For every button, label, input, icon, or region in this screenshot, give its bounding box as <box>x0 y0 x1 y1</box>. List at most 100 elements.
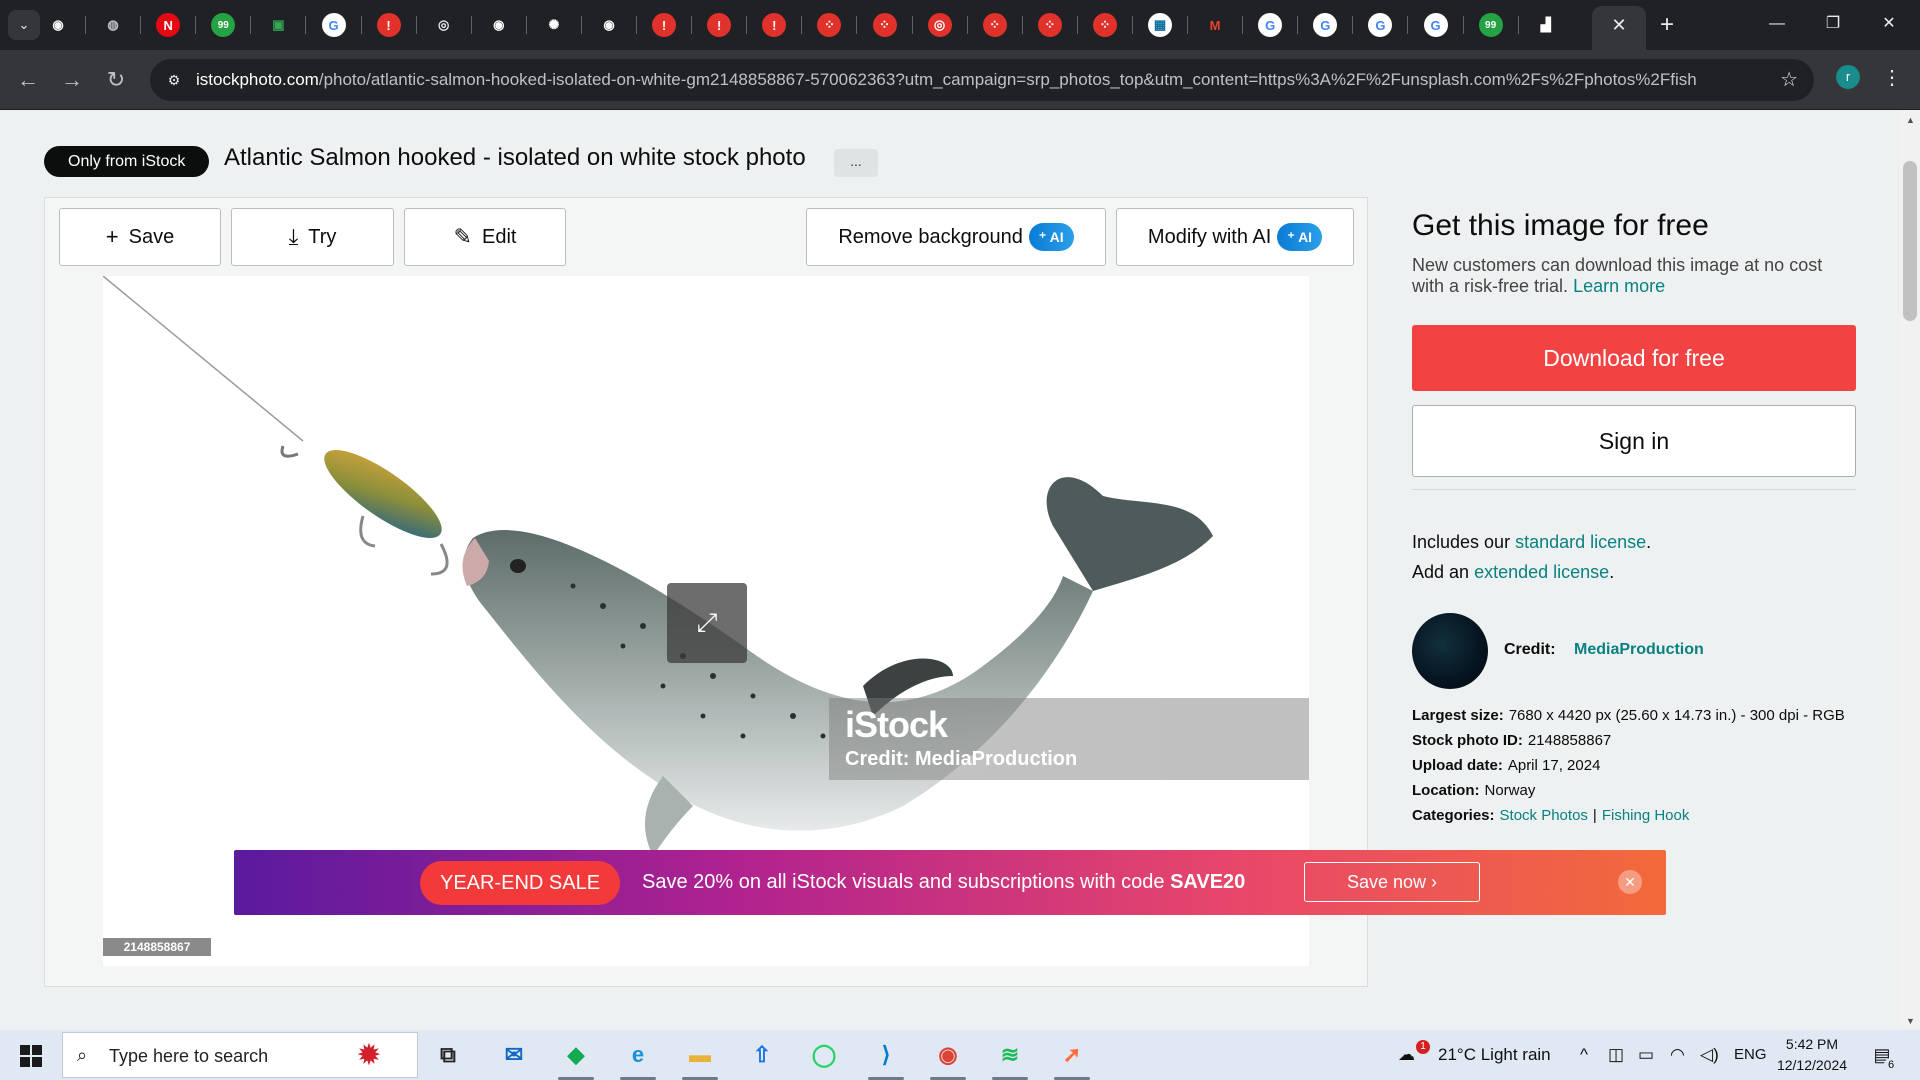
only-from-istock-badge: Only from iStock <box>44 146 210 177</box>
learn-more-link[interactable]: Learn more <box>1573 276 1665 296</box>
browser-tab-strip: ⌄ ◉ ◍ N 99 ▣ G! ◎ ◉ ✺ ◉!!! ⁘ ⁘ ◎ ⁘ ⁘ ⁘ ▦ M G G G G 99 ▟ ✕ + — ❐… <box>0 0 1920 50</box>
tab-separator <box>525 16 527 34</box>
address-bar[interactable]: ⚙ istockphoto.com/photo/atlantic-salmon-… <box>150 59 1814 101</box>
category-stock-photos-link[interactable]: Stock Photos <box>1500 803 1588 828</box>
dots-grid-icon[interactable]: ⁘ <box>982 13 1007 37</box>
dots-grid-icon[interactable]: ⁘ <box>1092 13 1117 37</box>
google-icon[interactable]: G <box>1368 13 1393 37</box>
save-button[interactable]: + Save <box>59 208 221 266</box>
language-indicator[interactable]: ENG <box>1734 1030 1767 1080</box>
close-icon[interactable]: ✕ <box>1618 870 1642 894</box>
back-arrow-icon[interactable]: ← <box>12 64 44 96</box>
windows-start-icon[interactable] <box>8 1034 54 1076</box>
page-scrollbar[interactable]: ▲ ▼ <box>1900 111 1920 1030</box>
task-view-icon[interactable]: ⧉ <box>430 1037 466 1073</box>
target-icon[interactable]: ◎ <box>927 13 952 37</box>
save-now-button[interactable]: Save now › <box>1304 862 1480 902</box>
close-window-button[interactable]: ✕ <box>1866 6 1912 42</box>
netflix-icon[interactable]: N <box>156 13 181 37</box>
new-tab-button[interactable]: + <box>1652 10 1682 40</box>
file-explorer-icon[interactable]: ▬ <box>682 1037 718 1073</box>
dots-grid-icon[interactable]: ⁘ <box>817 13 842 37</box>
weather-text[interactable]: 21°C Light rain <box>1438 1030 1551 1080</box>
mail-icon[interactable]: ✉ <box>496 1037 532 1073</box>
alert-icon[interactable]: ! <box>762 13 787 37</box>
weather-icon[interactable]: ☁ <box>1398 1030 1415 1080</box>
chrome-settings-icon[interactable]: ◍ <box>101 13 126 37</box>
chatgpt-icon[interactable]: ✺ <box>541 13 566 37</box>
volume-icon[interactable]: ◁) <box>1700 1030 1719 1080</box>
download-for-free-button[interactable]: Download for free <box>1412 325 1856 391</box>
mongodb-icon[interactable]: ◆ <box>558 1037 594 1073</box>
browser-toolbar: ← → ↻ ⚙ istockphoto.com/photo/atlantic-s… <box>0 50 1920 110</box>
profile-avatar[interactable]: r <box>1836 65 1860 89</box>
purchase-panel: Get this image for free New customers ca… <box>1412 209 1856 824</box>
tab-separator <box>966 16 968 34</box>
google-icon[interactable]: G <box>1258 13 1283 37</box>
meet-now-icon[interactable]: ◫ <box>1608 1030 1624 1080</box>
browser-menu-icon[interactable]: ⋮ <box>1880 63 1904 93</box>
postman-icon[interactable]: ➚ <box>1054 1037 1090 1073</box>
forward-arrow-icon[interactable]: → <box>56 64 88 96</box>
battery-icon[interactable]: ▭ <box>1638 1030 1654 1080</box>
github-icon[interactable]: ◉ <box>486 13 511 37</box>
vscode-icon[interactable]: ⟩ <box>868 1037 904 1073</box>
ai-badge: ⁺ AI <box>1277 223 1323 251</box>
scroll-up-arrow-icon[interactable]: ▲ <box>1906 115 1915 125</box>
google-icon[interactable]: G <box>321 13 346 37</box>
chat-99-icon[interactable]: 99 <box>211 13 236 37</box>
site-info-icon[interactable]: ⚙ <box>164 70 184 90</box>
restore-window-button[interactable]: ❐ <box>1810 6 1856 42</box>
expand-fullscreen-icon[interactable]: ⤢ <box>667 583 747 663</box>
github-icon[interactable]: ◉ <box>46 13 70 37</box>
standard-license-link[interactable]: standard license <box>1515 532 1646 552</box>
alert-icon[interactable]: ! <box>652 13 677 37</box>
contributor-link[interactable]: MediaProduction <box>1574 641 1704 658</box>
minimize-window-button[interactable]: — <box>1754 6 1800 42</box>
reload-icon[interactable]: ↻ <box>100 64 132 96</box>
taskbar-search-input[interactable]: ⌕ Type here to search ✹ <box>62 1032 418 1078</box>
contributor-avatar[interactable] <box>1412 613 1488 689</box>
clock-time: 5:42 PM <box>1785 1036 1839 1052</box>
github-icon[interactable]: ◉ <box>597 13 621 37</box>
close-tab-icon[interactable]: ✕ <box>1606 12 1632 38</box>
taskbar-clock[interactable]: 5:42 PM 12/12/2024 <box>1772 1034 1852 1076</box>
dots-grid-icon[interactable]: ⁘ <box>1037 13 1062 37</box>
remove-background-button[interactable]: Remove background ⁺ AI <box>806 208 1106 266</box>
chat-99-icon[interactable]: 99 <box>1478 13 1503 37</box>
gmail-icon[interactable]: M <box>1203 13 1228 37</box>
show-hidden-icons-chevron-icon[interactable]: ^ <box>1580 1030 1588 1080</box>
edge-icon[interactable]: e <box>620 1037 656 1073</box>
google-meet-icon[interactable]: ▣ <box>266 13 291 37</box>
try-button[interactable]: ⤓ Try <box>231 208 394 266</box>
edit-icon: ✎ <box>453 224 472 249</box>
modify-with-ai-button[interactable]: Modify with AI ⁺ AI <box>1116 208 1354 266</box>
image-icon[interactable]: ▦ <box>1148 13 1172 37</box>
chrome-icon[interactable]: ◎ <box>431 13 456 37</box>
scroll-down-arrow-icon[interactable]: ▼ <box>1906 1016 1915 1026</box>
google-icon[interactable]: G <box>1313 13 1338 37</box>
edit-button[interactable]: ✎ Edit <box>404 208 566 266</box>
dots-grid-icon[interactable]: ⁘ <box>872 13 897 37</box>
google-icon[interactable]: G <box>1423 13 1448 37</box>
spotify-icon[interactable]: ≋ <box>992 1037 1028 1073</box>
url-text[interactable]: istockphoto.com/photo/atlantic-salmon-ho… <box>196 59 1696 101</box>
chrome-icon[interactable]: ◉ <box>930 1037 966 1073</box>
tab-search-menu-button[interactable]: ⌄ <box>8 10 40 40</box>
scrollbar-thumb[interactable] <box>1903 161 1917 321</box>
istock-icon[interactable]: ▟ <box>1533 13 1558 37</box>
wifi-icon[interactable]: ◠ <box>1670 1030 1685 1080</box>
image-id-tag: 2148858867 <box>103 938 211 956</box>
whatsapp-icon[interactable]: ◯ <box>806 1037 842 1073</box>
alert-icon[interactable]: ! <box>376 13 401 37</box>
extended-license-link[interactable]: extended license <box>1474 562 1609 582</box>
fishing-lure <box>324 449 442 539</box>
license-info: Includes our standard license. Add an ex… <box>1412 527 1651 587</box>
bookmark-star-icon[interactable]: ☆ <box>1780 69 1798 91</box>
sign-in-button[interactable]: Sign in <box>1412 405 1856 477</box>
upload-app-icon[interactable]: ⇧ <box>744 1037 780 1073</box>
more-options-button[interactable]: ... <box>834 149 878 177</box>
credit-row: Credit: MediaProduction <box>1504 641 1704 659</box>
alert-icon[interactable]: ! <box>707 13 732 37</box>
category-fishing-hook-link[interactable]: Fishing Hook <box>1602 803 1690 828</box>
